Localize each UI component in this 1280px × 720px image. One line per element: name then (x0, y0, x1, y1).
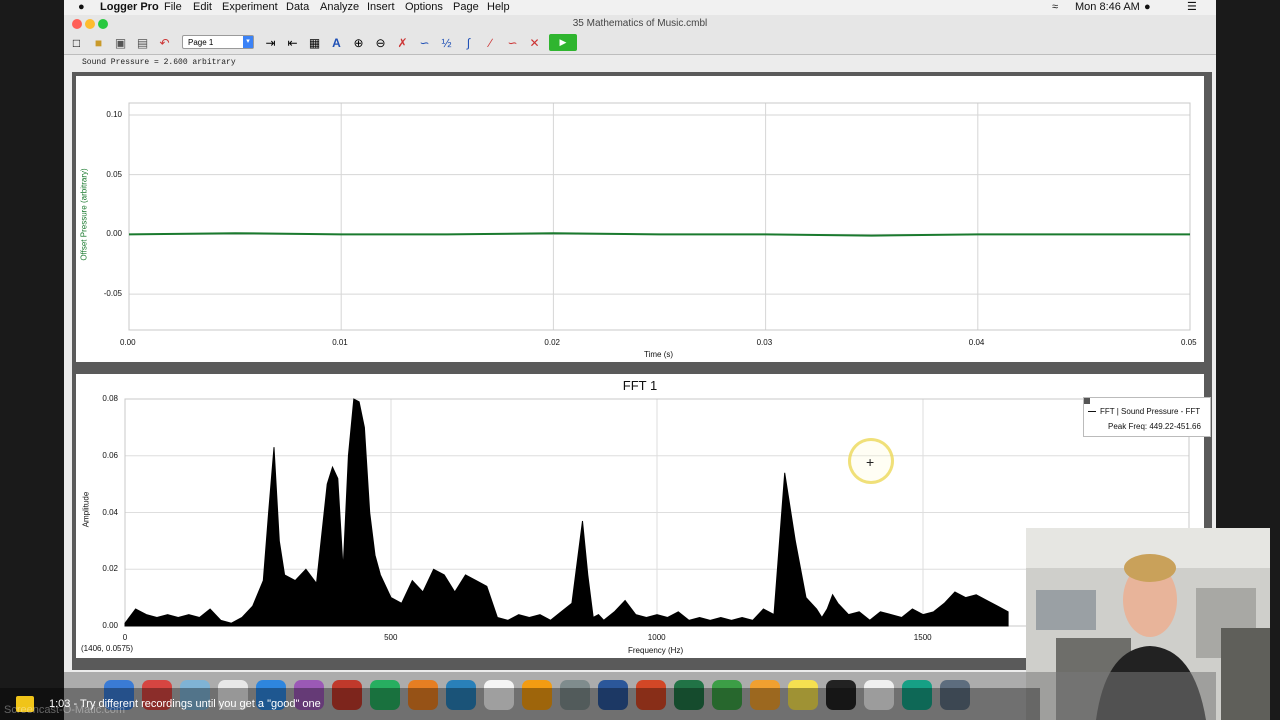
legend-peak-label: Peak Freq: 449.22-451.66 (1108, 422, 1201, 431)
fft-x-tick-label: 1000 (647, 633, 666, 642)
fft-y-tick-label: 0.04 (102, 507, 118, 517)
fft-x-axis-label: Frequency (Hz) (628, 646, 684, 655)
fft-legend[interactable]: FFT | Sound Pressure - FFT Peak Freq: 44… (1083, 397, 1211, 437)
fft-x-tick-label: 1500 (913, 633, 932, 642)
fft-x-tick-label: 0 (122, 633, 128, 642)
legend-close-icon[interactable] (1084, 398, 1090, 404)
fft-y-tick-label: 0.02 (102, 564, 118, 574)
cursor-coordinate-readout: (1406, 0.0575) (81, 644, 134, 653)
fft-y-tick-label: 0.00 (102, 621, 118, 630)
watermark: Screencast-O-Matic.com (4, 704, 126, 716)
fft-y-tick-label: 0.08 (102, 394, 118, 403)
fft-x-tick-label: 500 (384, 633, 398, 642)
legend-line-icon (1088, 411, 1096, 412)
crosshair-cursor-icon: + (866, 454, 875, 470)
legend-series-label: FFT | Sound Pressure - FFT (1100, 407, 1201, 416)
fft-y-tick-label: 0.06 (102, 450, 118, 460)
